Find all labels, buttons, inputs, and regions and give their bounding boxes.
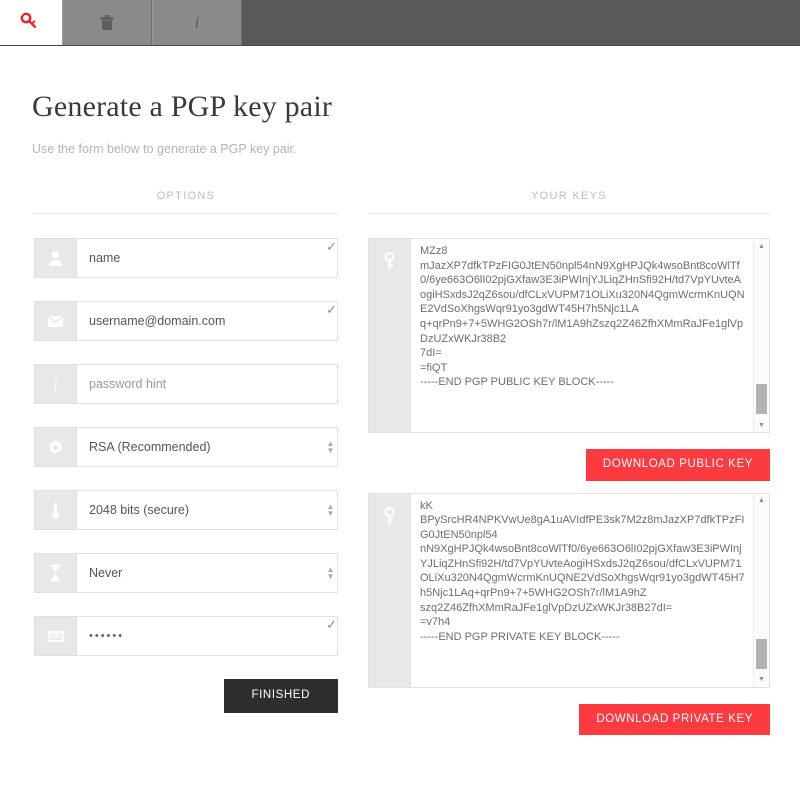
public-key-scroll-track[interactable] (754, 253, 769, 418)
options-column: OPTIONS ✓ (22, 190, 350, 735)
public-key-scrollbar[interactable]: ▲ ▼ (753, 239, 769, 432)
field-password-hint[interactable]: i (34, 364, 338, 404)
name-input[interactable] (89, 251, 311, 265)
download-private-key-button[interactable]: DOWNLOAD PRIVATE KEY (579, 703, 770, 735)
keys-column: YOUR KEYS MZz8 mJazXP7dfkTPzFIG0JtEN50np… (350, 190, 778, 735)
private-key-text[interactable]: kK BPySrcHR4NPKVwUe8gA1uAVIdfPE3sk7M2z8m… (411, 494, 769, 687)
key-icon (369, 239, 411, 432)
key-icon (17, 8, 45, 36)
email-valid-check: ✓ (326, 302, 337, 317)
field-email[interactable]: ✓ (34, 301, 338, 341)
chevron-down-icon: ▼ (326, 509, 335, 518)
scroll-up-icon[interactable]: ▲ (754, 494, 769, 508)
expiry-select[interactable]: Never (89, 566, 314, 580)
options-actions: FINISHED (34, 679, 338, 713)
email-input[interactable] (89, 314, 311, 328)
gear-icon (35, 428, 77, 466)
scroll-up-icon[interactable]: ▲ (754, 239, 769, 253)
thermometer-icon (35, 491, 77, 529)
content-columns: OPTIONS ✓ (0, 156, 800, 735)
top-navbar: i (0, 0, 800, 46)
options-heading: OPTIONS (34, 190, 338, 214)
svg-text:i: i (53, 375, 58, 393)
expiry-spinner[interactable]: ▲ ▼ (324, 554, 337, 592)
public-key-actions: DOWNLOAD PUBLIC KEY (368, 449, 770, 481)
keyboard-icon (35, 617, 77, 655)
private-key-scroll-thumb[interactable] (756, 638, 767, 669)
private-key-scroll-track[interactable] (754, 508, 769, 673)
field-passphrase[interactable]: ✓ (34, 616, 338, 656)
user-icon (35, 239, 77, 277)
chevron-down-icon: ▼ (326, 446, 335, 455)
algorithm-spinner[interactable]: ▲ ▼ (324, 428, 337, 466)
field-name[interactable]: ✓ (34, 238, 338, 278)
page-title: Generate a PGP key pair (32, 90, 333, 123)
public-key-text[interactable]: MZz8 mJazXP7dfkTPzFIG0JtEN50npl54nN9XgHP… (411, 239, 769, 432)
trash-icon (99, 14, 115, 32)
hourglass-icon (35, 554, 77, 592)
scroll-down-icon[interactable]: ▼ (754, 418, 769, 432)
keys-heading: YOUR KEYS (368, 190, 770, 214)
field-expiry[interactable]: Never ▲ ▼ (34, 553, 338, 593)
passphrase-input[interactable] (89, 630, 311, 642)
private-key-box[interactable]: kK BPySrcHR4NPKVwUe8gA1uAVIdfPE3sk7M2z8m… (368, 492, 770, 688)
private-key-actions: DOWNLOAD PRIVATE KEY (368, 703, 770, 735)
info-icon: i (35, 365, 77, 403)
download-public-key-button[interactable]: DOWNLOAD PUBLIC KEY (585, 449, 770, 481)
trash-tab[interactable] (62, 0, 152, 45)
page-subtitle: Use the form below to generate a PGP key… (32, 142, 297, 156)
name-valid-check: ✓ (326, 239, 337, 254)
info-tab[interactable]: i (152, 0, 242, 45)
public-key-box[interactable]: MZz8 mJazXP7dfkTPzFIG0JtEN50npl54nN9XgHP… (368, 238, 770, 433)
page-header: Generate a PGP key pair Use the form bel… (0, 46, 800, 156)
svg-text:i: i (195, 13, 200, 32)
public-key-scroll-thumb[interactable] (756, 384, 767, 414)
scroll-down-icon[interactable]: ▼ (754, 673, 769, 687)
password-hint-input[interactable] (89, 377, 321, 391)
key-icon (369, 493, 411, 687)
key-size-spinner[interactable]: ▲ ▼ (324, 491, 337, 529)
info-icon: i (191, 13, 203, 32)
finished-button[interactable]: FINISHED (223, 679, 338, 713)
envelope-icon (35, 302, 77, 340)
field-key-size[interactable]: 2048 bits (secure) ▲ ▼ (34, 490, 338, 530)
key-size-select[interactable]: 2048 bits (secure) (89, 503, 314, 517)
passphrase-valid-check: ✓ (326, 617, 337, 632)
algorithm-select[interactable]: RSA (Recommended) (89, 440, 314, 454)
password-hint-valid-check (331, 365, 337, 403)
private-key-scrollbar[interactable]: ▲ ▼ (753, 493, 769, 687)
brand-home-button[interactable] (0, 0, 62, 45)
chevron-down-icon: ▼ (326, 572, 335, 581)
field-algorithm[interactable]: RSA (Recommended) ▲ ▼ (34, 427, 338, 467)
navbar-filler (242, 0, 800, 45)
